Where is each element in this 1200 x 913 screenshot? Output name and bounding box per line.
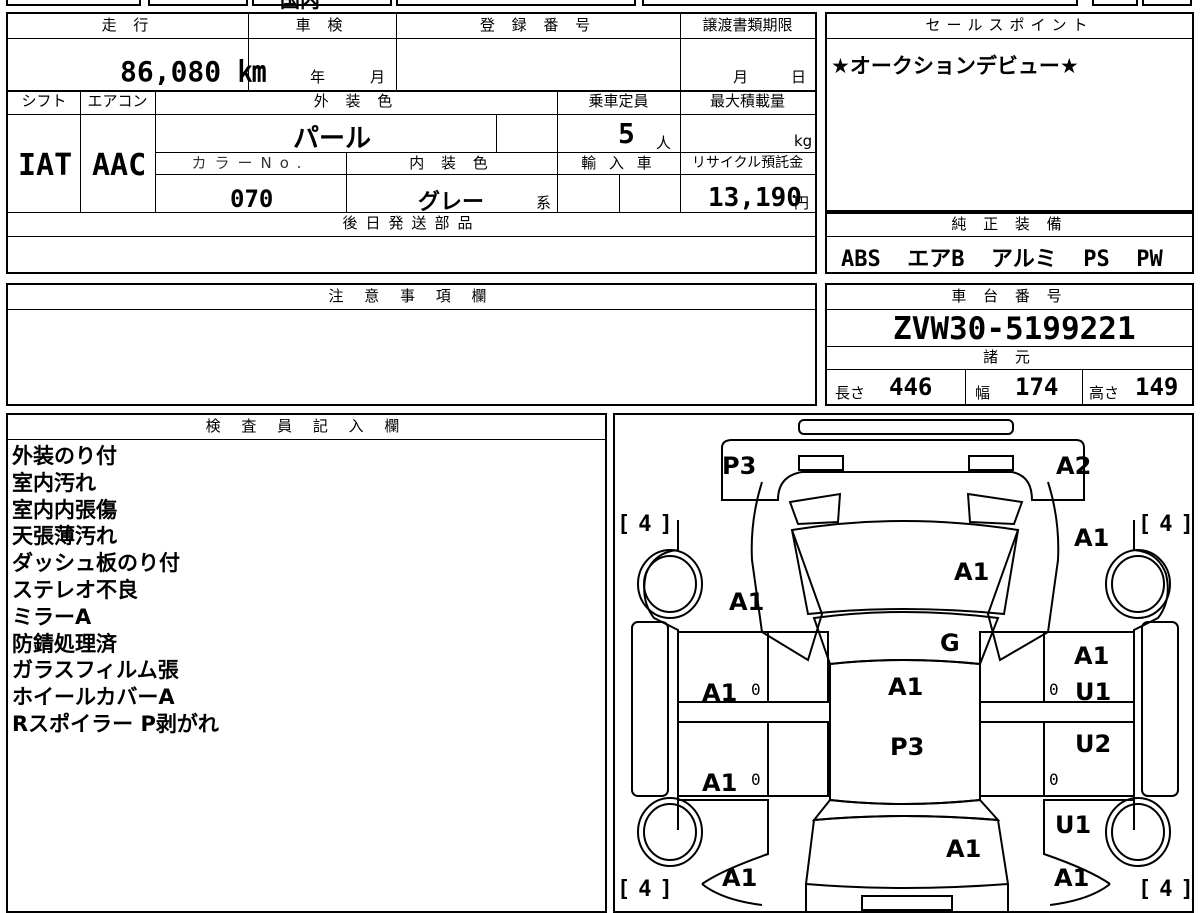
- max-load-label: 最大積載量: [709, 92, 785, 110]
- mark-left-rear-bumper: A1: [722, 864, 758, 892]
- length-value: 446: [889, 373, 933, 401]
- tread-front-left: [4]: [617, 512, 673, 537]
- genuine-equipment-items: ABS エアB アルミ PS PW: [841, 247, 1163, 272]
- transfer-day-unit: 日: [791, 68, 807, 86]
- note-item: 防錆処理済: [12, 631, 117, 656]
- car-damage-diagram: P3 A2 A1 A1 A1 G A1 U1 A1 A1 P3 U2 A1 U1…: [613, 413, 1194, 913]
- transfer-month-unit: 月: [733, 68, 749, 86]
- genuine-equipment-label: 純 正 装 備: [951, 215, 1068, 233]
- mark-right-front-fender: A1: [1074, 524, 1110, 552]
- mark-right-rear-bumper: A1: [1054, 864, 1090, 892]
- inspection-label: 車 検: [295, 16, 349, 34]
- recycle-fee-unit: 円: [794, 194, 810, 212]
- genuine-equipment-box: 純 正 装 備 ABS エアB アルミ PS PW: [825, 212, 1194, 274]
- specs-label: 諸 元: [983, 348, 1036, 366]
- capacity-unit: 人: [656, 134, 672, 152]
- chassis-box: 車 台 番 号 ZVW30-5199221 諸 元 長さ 446 幅 174 高…: [825, 283, 1194, 406]
- inspector-box: 検 査 員 記 入 欄 外装のり付 室内汚れ 室内内張傷 天張薄汚れ ダッシュ板…: [6, 413, 607, 913]
- capacity-value: 5: [618, 117, 635, 150]
- width-value: 174: [1015, 373, 1059, 401]
- inspection-year-unit: 年: [310, 68, 326, 86]
- mark-windshield: G: [940, 629, 960, 657]
- interior-color-suffix: 系: [536, 194, 552, 212]
- width-label: 幅: [975, 384, 991, 402]
- aircon-value: AAC: [92, 148, 147, 183]
- caution-label: 注 意 事 項 欄: [328, 287, 495, 305]
- exterior-color-value: パール: [293, 124, 372, 154]
- note-item: 室内汚れ: [12, 470, 96, 495]
- note-item: ミラーA: [12, 604, 92, 629]
- note-item: 天張薄汚れ: [12, 524, 117, 549]
- mark-right-front-door: A1: [1074, 642, 1110, 670]
- mileage-label: 走 行: [101, 16, 155, 34]
- top-strip: 国内: [0, 0, 1200, 12]
- inspection-month-unit: 月: [370, 68, 386, 86]
- tread-rear-left: [4]: [617, 877, 673, 902]
- vehicle-info-table: 走 行 車 検 登 録 番 号 譲渡書類期限 86,080 ㎞ 年 月 月 日 …: [6, 12, 817, 274]
- height-label: 高さ: [1089, 384, 1120, 402]
- note-item: ステレオ不良: [12, 577, 138, 602]
- max-load-unit: kg: [794, 132, 813, 150]
- length-label: 長さ: [835, 384, 866, 402]
- door-zero: 0: [1049, 680, 1059, 699]
- door-zero: 0: [751, 770, 761, 789]
- interior-color-label: 内 装 色: [409, 154, 494, 172]
- mark-left-front-door: A1: [702, 679, 738, 707]
- note-item: ホイールカバーA: [12, 685, 175, 710]
- note-item: ダッシュ板のり付: [12, 551, 180, 576]
- mark-right-rear-fender: U1: [1055, 811, 1092, 839]
- recycle-fee-label: リサイクル預託金: [691, 155, 804, 171]
- height-value: 149: [1135, 373, 1179, 401]
- mark-right-rear-door: U1: [1075, 678, 1112, 706]
- note-item: 外装のり付: [12, 444, 117, 468]
- recycle-fee-value: 13,190: [708, 183, 802, 213]
- sales-point-box: セールスポイント ★オークションデビュー★: [825, 12, 1194, 212]
- chassis-value: ZVW30-5199221: [893, 311, 1136, 347]
- mark-roof-rear: P3: [890, 733, 925, 761]
- color-no-label: カラーNo.: [191, 154, 310, 172]
- tread-front-right: [4]: [1138, 512, 1194, 537]
- note-item: Rスポイラー P剥がれ: [12, 711, 219, 736]
- caution-box: 注 意 事 項 欄: [6, 283, 817, 406]
- shift-value: IAT: [18, 148, 73, 183]
- inspector-label: 検 査 員 記 入 欄: [205, 417, 408, 435]
- transfer-deadline-label: 譲渡書類期限: [702, 16, 793, 34]
- mark-left-front-fender: A1: [729, 588, 765, 616]
- mileage-value: 86,080 ㎞: [120, 55, 267, 88]
- registration-label: 登 録 番 号: [479, 16, 597, 34]
- sales-point-text: ★オークションデビュー★: [831, 54, 1079, 78]
- mark-front-right-bumper: A2: [1056, 452, 1092, 480]
- mark-trunk: A1: [946, 835, 982, 863]
- mark-right-quarter: U2: [1075, 730, 1112, 758]
- exterior-color-label: 外 装 色: [313, 92, 399, 110]
- door-zero: 0: [1049, 770, 1059, 789]
- door-zero: 0: [751, 680, 761, 699]
- note-item: 室内内張傷: [12, 497, 117, 522]
- color-no-value: 070: [230, 185, 274, 213]
- inspector-notes-list: 外装のり付 室内汚れ 室内内張傷 天張薄汚れ ダッシュ板のり付 ステレオ不良 ミ…: [12, 443, 602, 738]
- mark-front-left-bumper: P3: [722, 452, 757, 480]
- mark-hood: A1: [954, 558, 990, 586]
- capacity-label: 乗車定員: [588, 92, 649, 110]
- import-car-label: 輸 入 車: [581, 154, 656, 172]
- tread-rear-right: [4]: [1138, 877, 1194, 902]
- later-parts-label: 後日発送部品: [342, 214, 481, 232]
- mark-left-rear-door: A1: [702, 769, 738, 797]
- chassis-label: 車 台 番 号: [951, 287, 1068, 305]
- sales-point-label: セールスポイント: [925, 16, 1094, 34]
- note-item: ガラスフィルム張: [12, 658, 179, 683]
- mark-roof-front: A1: [888, 673, 924, 701]
- shift-label: シフト: [21, 92, 67, 110]
- aircon-label: エアコン: [87, 92, 148, 110]
